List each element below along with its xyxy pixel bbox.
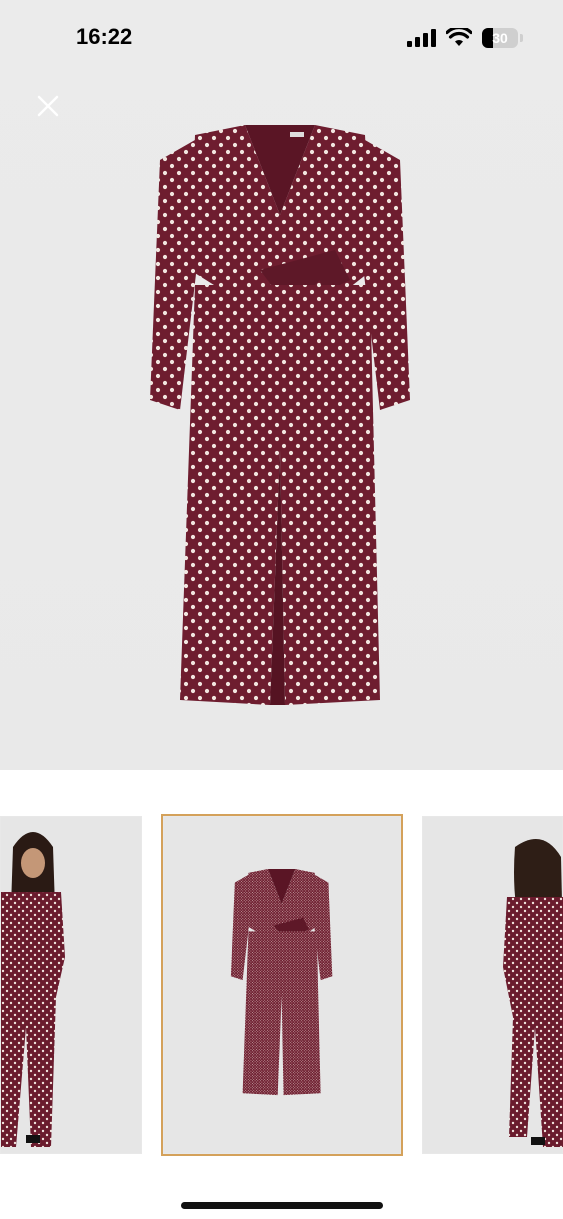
- product-flat-thumbnail[interactable]: [161, 814, 403, 1156]
- status-time: 16:22: [76, 24, 133, 49]
- product-main-image: [150, 125, 410, 705]
- model-back-image: [503, 839, 563, 1147]
- product-flat-image: [230, 868, 333, 1096]
- model-back-thumbnail[interactable]: [422, 816, 563, 1154]
- status-bar: 16:22 30: [0, 0, 563, 78]
- battery-tip: [520, 34, 523, 42]
- home-indicator[interactable]: [181, 1202, 383, 1209]
- product-image-viewer[interactable]: [0, 0, 563, 770]
- battery-level: 30: [492, 30, 508, 46]
- battery-icon: 30: [482, 28, 518, 48]
- wifi-icon: [446, 28, 472, 46]
- signal-icon: [407, 29, 436, 47]
- model-front-thumbnail[interactable]: [0, 816, 142, 1154]
- model-front-image: [1, 832, 65, 1147]
- thumbnail-strip[interactable]: [0, 814, 563, 1156]
- close-button[interactable]: [30, 88, 66, 124]
- close-icon: [37, 95, 59, 117]
